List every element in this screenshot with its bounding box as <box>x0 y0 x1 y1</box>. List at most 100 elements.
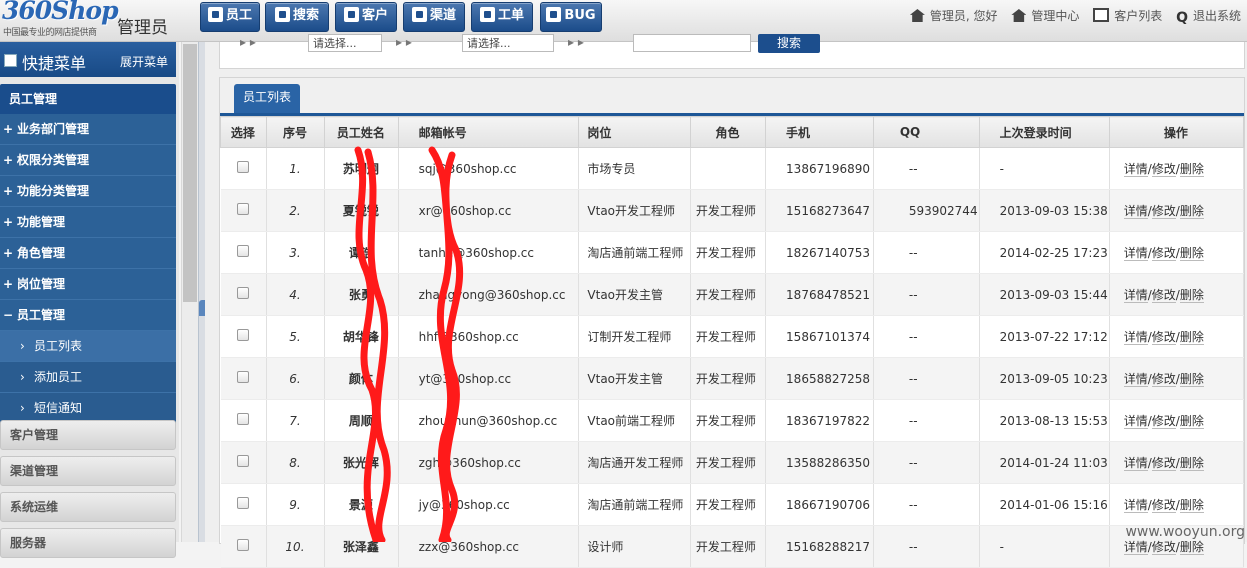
nav-customer-button[interactable]: 客户 <box>335 2 397 32</box>
filter-label-1: ▸ ▸ <box>240 35 256 49</box>
nav-ticket-button[interactable]: 工单 <box>471 2 533 32</box>
row-role: 开发工程师 <box>690 483 767 526</box>
scrollbar-thumb[interactable] <box>183 44 197 302</box>
filter-select-2[interactable]: 请选择... <box>462 34 554 52</box>
pen-icon <box>343 6 359 22</box>
row-checkbox[interactable] <box>236 203 249 215</box>
row-checkbox[interactable] <box>236 539 249 551</box>
filter-select-1[interactable]: 请选择... <box>308 34 382 52</box>
row-post: Vtao开发主管 <box>578 273 691 316</box>
section-title[interactable]: 员工管理 <box>0 84 176 114</box>
delete-link[interactable]: 删除 <box>1179 498 1204 513</box>
edit-link[interactable]: 修改 <box>1151 204 1176 219</box>
tab-employee-list[interactable]: 员工列表 <box>234 84 301 113</box>
group-customer[interactable]: 客户管理 <box>0 420 176 450</box>
delete-link[interactable]: 删除 <box>1179 204 1204 219</box>
row-email: hhf@360shop.cc <box>398 315 580 358</box>
row-checkbox[interactable] <box>236 161 249 173</box>
logo[interactable]: 360Shop 中国最专业的网店提供商 <box>2 0 119 38</box>
row-last-login: - <box>979 525 1110 568</box>
detail-link[interactable]: 详情 <box>1123 498 1148 513</box>
row-actions: 详情/修改/删除 <box>1109 399 1245 442</box>
delete-link[interactable]: 删除 <box>1179 540 1204 555</box>
row-actions: 详情/修改/删除 <box>1109 441 1245 484</box>
row-qq: -- <box>873 357 980 400</box>
edit-link[interactable]: 修改 <box>1151 288 1176 303</box>
system-name: 管理员 <box>117 18 168 38</box>
sidebar-item-employee[interactable]: − 员工管理 <box>0 300 176 331</box>
detail-link[interactable]: 详情 <box>1123 288 1148 303</box>
row-qq: -- <box>873 273 980 316</box>
col-qq: QQ <box>872 116 980 148</box>
row-checkbox[interactable] <box>236 371 249 383</box>
detail-link[interactable]: 详情 <box>1123 414 1148 429</box>
search-button[interactable]: 搜索 <box>758 34 820 53</box>
row-role: 开发工程师 <box>690 357 767 400</box>
employee-panel: 员工列表 选择 序号 员工姓名 邮箱帐号 岗位 角色 手机 QQ 上次登录时间 <box>219 77 1245 568</box>
group-server[interactable]: 服务器 <box>0 528 176 558</box>
admin-center-link[interactable]: 管理中心 <box>1011 9 1079 23</box>
edit-link[interactable]: 修改 <box>1151 372 1176 387</box>
detail-link[interactable]: 详情 <box>1123 330 1148 345</box>
row-checkbox[interactable] <box>236 455 249 467</box>
edit-link[interactable]: 修改 <box>1151 414 1176 429</box>
edit-link[interactable]: 修改 <box>1151 540 1176 555</box>
search-bar: ▸ ▸ 请选择... ▸ ▸ 请选择... ▸ ▸ 搜索 <box>219 34 1245 69</box>
nav-employee-button[interactable]: 员工 <box>200 2 260 32</box>
row-role <box>690 147 767 190</box>
filter-input-3[interactable] <box>633 34 751 52</box>
row-qq: -- <box>873 147 980 190</box>
edit-link[interactable]: 修改 <box>1151 330 1176 345</box>
group-channel[interactable]: 渠道管理 <box>0 456 176 486</box>
sidebar-item-permission-category[interactable]: + 权限分类管理 <box>0 145 176 176</box>
detail-link[interactable]: 详情 <box>1123 540 1148 555</box>
edit-link[interactable]: 修改 <box>1151 456 1176 471</box>
delete-link[interactable]: 删除 <box>1179 246 1204 261</box>
nav-search-button[interactable]: 搜索 <box>265 2 329 32</box>
row-checkbox[interactable] <box>236 497 249 509</box>
sidebar-item-function[interactable]: + 功能管理 <box>0 207 176 238</box>
sidebar-item-post[interactable]: + 岗位管理 <box>0 269 176 300</box>
sidebar-subitem-employee-list[interactable]: › 员工列表 <box>0 331 176 362</box>
sidebar-subitem-add-employee[interactable]: › 添加员工 <box>0 362 176 393</box>
row-role: 开发工程师 <box>690 441 767 484</box>
row-checkbox[interactable] <box>236 413 249 425</box>
group-ops[interactable]: 系统运维 <box>0 492 176 522</box>
logout-link[interactable]: Q 退出系统 <box>1176 9 1241 26</box>
customer-list-link[interactable]: 客户列表 <box>1093 8 1162 23</box>
row-phone: 15168288217 <box>765 525 874 568</box>
table-header-row: 选择 序号 员工姓名 邮箱帐号 岗位 角色 手机 QQ 上次登录时间 操作 <box>220 116 1245 148</box>
row-checkbox[interactable] <box>236 329 249 341</box>
edit-link[interactable]: 修改 <box>1151 162 1176 177</box>
chart-icon <box>479 6 495 22</box>
delete-link[interactable]: 删除 <box>1179 372 1204 387</box>
row-index: 2. <box>266 189 326 232</box>
sidebar-item-function-category[interactable]: + 功能分类管理 <box>0 176 176 207</box>
nav-bug-button[interactable]: BUG <box>540 2 602 32</box>
detail-link[interactable]: 详情 <box>1123 204 1148 219</box>
expand-menu-link[interactable]: 展开菜单 <box>120 53 168 70</box>
delete-link[interactable]: 删除 <box>1179 414 1204 429</box>
delete-link[interactable]: 删除 <box>1179 162 1204 177</box>
detail-link[interactable]: 详情 <box>1123 372 1148 387</box>
delete-link[interactable]: 删除 <box>1179 288 1204 303</box>
edit-link[interactable]: 修改 <box>1151 246 1176 261</box>
row-role: 开发工程师 <box>690 399 767 442</box>
delete-link[interactable]: 删除 <box>1179 330 1204 345</box>
row-role: 开发工程师 <box>690 525 767 568</box>
row-phone: 18267140753 <box>765 231 874 274</box>
greeting-link[interactable]: 管理员, 您好 <box>909 9 998 23</box>
detail-link[interactable]: 详情 <box>1123 456 1148 471</box>
logo-brand: 360Shop <box>2 0 119 25</box>
edit-link[interactable]: 修改 <box>1151 498 1176 513</box>
sidebar-item-business-dept[interactable]: + 业务部门管理 <box>0 114 176 145</box>
row-checkbox[interactable] <box>236 245 249 257</box>
nav-channel-button[interactable]: 渠道 <box>403 2 465 32</box>
detail-link[interactable]: 详情 <box>1123 246 1148 261</box>
row-name: 景源 <box>324 483 399 526</box>
detail-link[interactable]: 详情 <box>1123 162 1148 177</box>
sidebar-item-role[interactable]: + 角色管理 <box>0 238 176 269</box>
sidebar-scrollbar[interactable] <box>181 42 199 542</box>
row-checkbox[interactable] <box>236 287 249 299</box>
delete-link[interactable]: 删除 <box>1179 456 1204 471</box>
